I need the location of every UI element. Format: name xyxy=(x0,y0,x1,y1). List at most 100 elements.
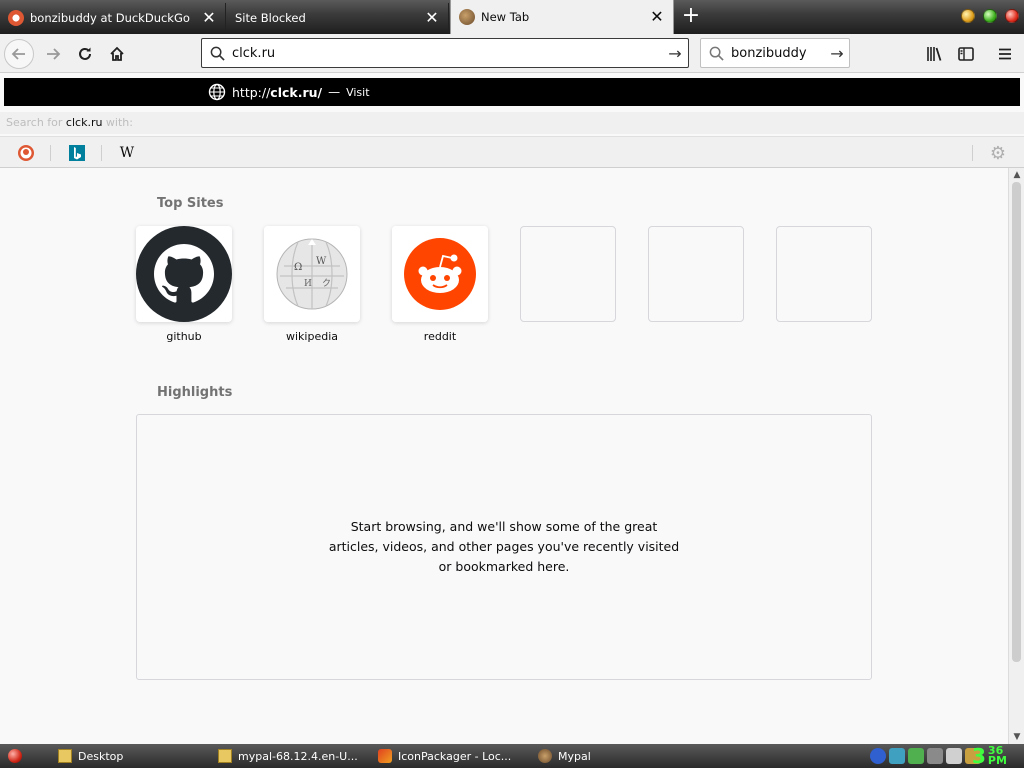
svg-text:ク: ク xyxy=(322,278,331,289)
url-input[interactable]: clck.ru xyxy=(232,46,662,61)
os-taskbar: Desktop mypal-68.12.4.en-U... IconPackag… xyxy=(0,744,1024,768)
back-arrow-icon xyxy=(11,48,25,60)
maximize-button[interactable] xyxy=(983,9,997,23)
tab-strip: bonzibuddy at DuckDuckGo ✕ Site Blocked … xyxy=(0,0,1024,34)
tab-title: bonzibuddy at DuckDuckGo xyxy=(30,11,190,25)
paint-icon[interactable] xyxy=(927,748,943,764)
search-for-suffix: with: xyxy=(102,116,133,129)
help-icon[interactable] xyxy=(870,748,886,764)
tab-new-tab[interactable]: New Tab ✕ xyxy=(450,0,674,34)
url-suggestion-row[interactable]: http://clck.ru/ — Visit xyxy=(4,78,1020,106)
back-button[interactable] xyxy=(4,39,34,69)
taskbar-item-label: mypal-68.12.4.en-U... xyxy=(238,749,358,763)
taskbar-item-label: Desktop xyxy=(78,749,124,763)
reddit-icon xyxy=(392,226,488,322)
top-site-placeholder xyxy=(520,226,616,322)
taskbar-clock[interactable]: 3 36 PM xyxy=(972,744,1007,768)
suggestion-action: Visit xyxy=(346,85,370,99)
browser-window: bonzibuddy at DuckDuckGo ✕ Site Blocked … xyxy=(0,0,1024,768)
tab-site-blocked[interactable]: Site Blocked ✕ xyxy=(227,3,449,33)
s-app-icon[interactable] xyxy=(946,748,962,764)
network-icon[interactable] xyxy=(889,748,905,764)
bonzi-icon xyxy=(538,749,552,763)
wikipedia-engine-button[interactable]: W xyxy=(118,144,136,162)
url-host: clck.ru/ xyxy=(270,84,323,100)
taskbar-item-label: IconPackager - Loc... xyxy=(398,749,512,763)
engine-divider xyxy=(972,145,973,161)
taskbar-item-mypal[interactable]: Mypal xyxy=(538,746,591,766)
svg-text:W: W xyxy=(316,256,327,267)
top-site-tile-reddit[interactable] xyxy=(392,226,488,322)
clock-hour: 3 xyxy=(972,744,986,768)
home-button[interactable] xyxy=(102,39,132,69)
scroll-up-arrow-icon[interactable]: ▲ xyxy=(1009,168,1024,182)
top-site-label: github xyxy=(166,330,202,343)
top-sites-heading: Top Sites xyxy=(157,196,224,211)
folder-icon xyxy=(218,749,232,763)
taskbar-item-desktop[interactable]: Desktop xyxy=(58,746,123,766)
duckduckgo-engine-button[interactable] xyxy=(17,144,35,162)
globe-icon xyxy=(208,83,226,101)
clock-minute: 36 PM xyxy=(987,745,1007,767)
folder-icon xyxy=(58,749,72,763)
suggestion-url: http://clck.ru/ xyxy=(232,85,322,100)
start-button[interactable] xyxy=(8,749,22,763)
iconpackager-icon xyxy=(378,749,392,763)
top-site-placeholder xyxy=(776,226,872,322)
go-arrow-icon[interactable]: → xyxy=(662,44,688,63)
search-bar[interactable]: bonzibuddy → xyxy=(700,38,850,68)
scroll-down-arrow-icon[interactable]: ▼ xyxy=(1009,730,1024,744)
system-tray xyxy=(870,747,981,765)
search-input[interactable]: bonzibuddy xyxy=(731,46,825,61)
bonzi-icon xyxy=(459,9,475,25)
top-site-tile-github[interactable] xyxy=(136,226,232,322)
tab-duckduckgo[interactable]: bonzibuddy at DuckDuckGo ✕ xyxy=(0,3,226,33)
scroll-thumb[interactable] xyxy=(1012,182,1021,662)
search-with-label: Search for clck.ru with: xyxy=(0,112,1024,134)
forward-arrow-icon xyxy=(47,48,61,60)
close-tab-icon[interactable]: ✕ xyxy=(649,9,665,25)
sync-icon[interactable] xyxy=(908,748,924,764)
minimize-button[interactable] xyxy=(961,9,975,23)
close-tab-icon[interactable]: ✕ xyxy=(424,10,440,26)
sidebar-toggle-button[interactable] xyxy=(951,39,981,69)
top-site-label: wikipedia xyxy=(285,330,338,343)
search-settings-button[interactable]: ⚙ xyxy=(988,142,1008,164)
engine-divider xyxy=(50,145,51,161)
url-bar[interactable]: clck.ru → xyxy=(201,38,689,68)
library-button[interactable] xyxy=(920,39,950,69)
forward-button[interactable] xyxy=(38,39,68,69)
url-prefix: http:// xyxy=(232,84,271,100)
search-icon xyxy=(701,46,731,61)
search-go-arrow-icon[interactable]: → xyxy=(825,44,849,63)
newtab-page: Top Sites github Ω W И ク wikipedia reddi… xyxy=(0,168,1008,744)
taskbar-item-label: Mypal xyxy=(558,749,591,763)
clock-ampm: PM xyxy=(987,754,1007,767)
gear-icon: ⚙ xyxy=(989,142,1007,164)
reload-icon xyxy=(79,47,91,60)
close-window-button[interactable] xyxy=(1005,9,1019,23)
sidebar-icon xyxy=(958,47,974,61)
tab-title: New Tab xyxy=(481,10,530,24)
wikipedia-icon: W xyxy=(119,145,135,161)
bing-engine-button[interactable] xyxy=(68,144,86,162)
highlights-heading: Highlights xyxy=(157,385,233,400)
close-tab-icon[interactable]: ✕ xyxy=(201,10,217,26)
taskbar-item-iconpackager[interactable]: IconPackager - Loc... xyxy=(378,746,511,766)
search-for-prefix: Search for xyxy=(6,116,66,129)
reload-button[interactable] xyxy=(70,39,100,69)
page-scrollbar[interactable]: ▲ ▼ xyxy=(1008,168,1024,744)
new-tab-button[interactable]: + xyxy=(680,5,702,28)
tab-title: Site Blocked xyxy=(235,11,306,25)
duckduckgo-icon xyxy=(18,145,34,161)
duckduckgo-icon xyxy=(8,10,24,26)
top-site-placeholder xyxy=(648,226,744,322)
hamburger-menu-button[interactable] xyxy=(990,39,1020,69)
suggestion-separator: — xyxy=(328,85,341,99)
search-icon xyxy=(202,46,232,61)
top-site-tile-wikipedia[interactable]: Ω W И ク xyxy=(264,226,360,322)
hamburger-icon xyxy=(999,48,1011,60)
taskbar-item-mypal-folder[interactable]: mypal-68.12.4.en-U... xyxy=(218,746,358,766)
bing-icon xyxy=(69,145,85,161)
engine-divider xyxy=(101,145,102,161)
